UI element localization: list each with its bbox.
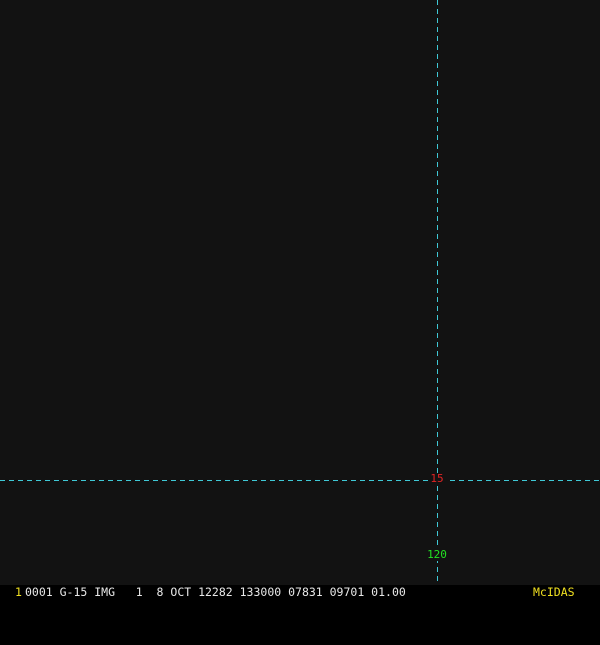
- lat-lon-grid: [0, 0, 600, 585]
- frame-number: 1: [15, 585, 22, 599]
- latitude-label: 15: [428, 473, 446, 485]
- image-metadata-text: 0001 G-15 IMG 1 8 OCT 12282 133000 07831…: [25, 585, 406, 599]
- longitude-label: 120: [424, 549, 450, 561]
- satellite-image-frame: 15 120: [0, 0, 600, 600]
- mcidas-brand-label: McIDAS: [533, 585, 575, 599]
- image-status-bar: 1 0001 G-15 IMG 1 8 OCT 12282 133000 078…: [0, 585, 600, 600]
